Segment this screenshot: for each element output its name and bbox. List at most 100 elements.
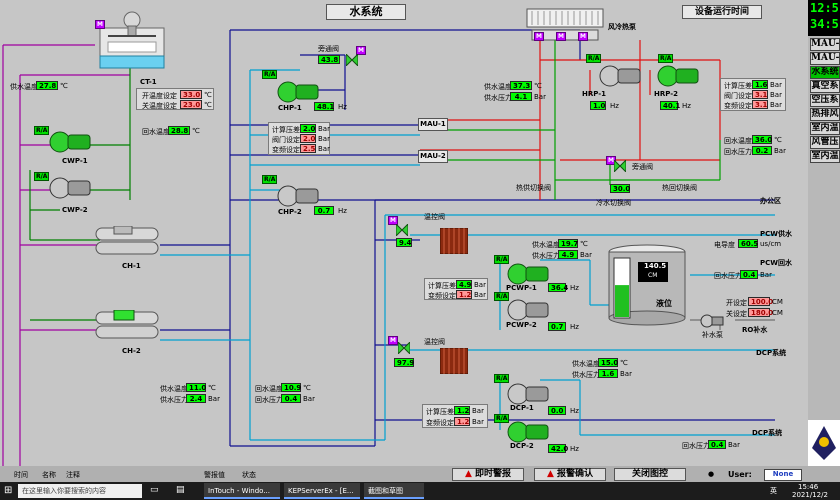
taskbar-time: 15:46 — [798, 483, 819, 491]
pcwp2-hz-value: 0.7 — [548, 322, 566, 331]
hrp-vfd-set-value[interactable]: 3.1 — [752, 100, 768, 109]
conductivity-unit: us/cm — [760, 240, 782, 248]
hrp-valve-set-value[interactable]: 3.1 — [752, 90, 768, 99]
alarm-icon: ▲ — [464, 469, 476, 479]
runtime-button[interactable]: 设备运行时间 — [682, 5, 762, 19]
dcp-supply-press-label: 供水压力 — [572, 371, 600, 379]
makeup-pump-label: 补水泵 — [702, 331, 723, 339]
pcw-vfd-set-value[interactable]: 1.2 — [456, 290, 472, 299]
close-graphic-label: 关闭图控 — [631, 469, 668, 479]
alarm-status-bar: 时间 名称 注释 警报值 状态 ▲ 即时警报 ▲ 报警确认 关闭图控 ● Use… — [0, 466, 840, 482]
chiller-ch2[interactable] — [92, 310, 162, 344]
bl-return-temp-unit: ℃ — [303, 384, 311, 392]
bl-supply-press-unit: Bar — [208, 395, 220, 403]
open-set-value[interactable]: 100.0 — [748, 297, 773, 306]
dcp2-hz-unit: Hz — [570, 445, 579, 453]
ra-tag: M — [388, 336, 398, 345]
hrp1-hz-unit: Hz — [610, 102, 619, 110]
nav-item[interactable]: 风管压 — [810, 136, 840, 149]
dcp-return-press-unit: Bar — [728, 441, 740, 449]
pcw-ctrl-valve-label: 温控阀 — [424, 213, 445, 221]
pump-pcwp1[interactable] — [506, 262, 550, 286]
close-graphic-button[interactable]: 关闭图控 — [614, 468, 686, 481]
chiller-ch1[interactable] — [92, 226, 162, 260]
bl-return-temp-value: 10.9 — [281, 383, 301, 392]
alarm-ack-button[interactable]: ▲ 报警确认 — [534, 468, 606, 481]
pump-cwp2[interactable] — [48, 176, 92, 200]
dcp-vfd-set-value[interactable]: 1.2 — [454, 417, 470, 426]
hrp-supply-temp-label: 供水温度 — [484, 83, 512, 91]
hrp2-label: HRP-2 — [654, 90, 679, 98]
close-set-value[interactable]: 180.0 — [748, 308, 773, 317]
ra-tag: R/A — [262, 175, 278, 184]
dcp-control-valve-icon[interactable] — [398, 342, 410, 354]
nav-item[interactable]: 热排风 — [810, 108, 840, 121]
ct1-label: CT-1 — [140, 78, 157, 86]
pump-chp1[interactable] — [276, 80, 320, 104]
hrp-calc-diff-label: 计算压差 — [724, 82, 752, 90]
cooling-tower-ct1[interactable] — [98, 10, 168, 72]
nav-item[interactable]: 空压系 — [810, 94, 840, 107]
bl-supply-temp-unit: ℃ — [208, 384, 216, 392]
task-view-icon[interactable]: ▭ — [150, 485, 159, 495]
dcp1-label: DCP-1 — [510, 404, 534, 412]
chp2-hz-value: 0.7 — [314, 206, 334, 215]
chp-calc-diff-label: 计算压差 — [272, 126, 300, 134]
conductivity-label: 电导度 — [714, 241, 735, 249]
nav-item[interactable]: MAU-1 — [810, 38, 840, 51]
instant-alarm-button[interactable]: ▲ 即时警报 — [452, 468, 524, 481]
nav-item[interactable]: 室内温 — [810, 150, 840, 163]
hrp-bypass-valve-icon[interactable] — [614, 160, 626, 172]
chp-vfd-set-value[interactable]: 2.5 — [300, 144, 316, 153]
pcw-supply-press-value: 4.9 — [558, 250, 578, 259]
mau2-unit[interactable]: MAU-2 — [418, 150, 448, 163]
hrp2-hz-unit: Hz — [682, 102, 691, 110]
nav-item[interactable]: 真空系 — [810, 80, 840, 93]
pump-chp2[interactable] — [276, 184, 320, 208]
pcw-control-valve-icon[interactable] — [396, 224, 408, 236]
hrp2-hz-value: 40.1 — [660, 101, 680, 110]
mau1-unit[interactable]: MAU-1 — [418, 118, 448, 131]
chp-valve-set-unit: Bar — [318, 135, 330, 143]
conductivity-value: 60.5 — [738, 239, 758, 248]
pcwp1-hz-unit: Hz — [570, 284, 579, 292]
taskbar-search-input[interactable]: 在这里输入你要搜索的内容 — [18, 484, 142, 498]
nav-item[interactable]: 水系统 — [810, 66, 840, 79]
tank-level-unit: CM — [648, 272, 658, 279]
ra-tag: R/A — [34, 172, 50, 181]
pump-dcp1[interactable] — [506, 382, 550, 406]
taskbar-app-intouch[interactable]: InTouch - Windo... — [204, 483, 280, 499]
pump-hrp2[interactable] — [656, 64, 700, 88]
dcp-vfd-set-unit: Bar — [472, 418, 484, 426]
dcp-system-2-label: DCP系统 — [752, 429, 783, 437]
nav-item[interactable]: MAU-2 — [810, 52, 840, 65]
pcw-return-label: PCW回水 — [760, 259, 792, 267]
dcp-supply-temp-unit: ℃ — [620, 359, 628, 367]
pump-pcwp2[interactable] — [506, 298, 550, 322]
bl-return-press-label: 回水压力 — [255, 396, 283, 404]
user-indicator-icon: ● — [708, 470, 715, 478]
off-temp-value[interactable]: 23.0 — [180, 100, 202, 109]
pcw-supply-press-unit: Bar — [580, 251, 592, 259]
pcw-supply-label: PCW供水 — [760, 230, 792, 238]
pump-dcp2[interactable] — [506, 420, 550, 444]
taskbar-app-snip[interactable]: 截图和草图 — [364, 483, 424, 499]
chp-valve-set-value[interactable]: 2.0 — [300, 134, 316, 143]
windows-start-icon[interactable]: ⊞ — [4, 485, 12, 496]
on-temp-value[interactable]: 33.0 — [180, 90, 202, 99]
clock-time: 12:5 — [810, 1, 839, 15]
pump-hrp1[interactable] — [598, 64, 642, 88]
ime-lang[interactable]: 英 — [770, 486, 777, 496]
pcw-ctrl-value: 9.4 — [396, 238, 412, 247]
makeup-pump-icon[interactable] — [700, 314, 724, 328]
dcp2-label: DCP-2 — [510, 442, 534, 450]
chp1-hz-unit: Hz — [338, 103, 347, 111]
nav-item[interactable]: 室内温 — [810, 122, 840, 135]
dcp-return-press-label: 回水压力 — [682, 442, 710, 450]
explorer-icon[interactable]: ▤ — [176, 485, 185, 495]
pump-cwp1[interactable] — [48, 130, 92, 154]
hrp-bypass-label: 旁通阀 — [632, 163, 653, 171]
taskbar-app-kepserver[interactable]: KEPServerEx - [E... — [284, 483, 360, 499]
heat-supply-valve-label: 热供切换阀 — [516, 184, 551, 192]
bypass-valve-icon[interactable] — [346, 54, 358, 66]
